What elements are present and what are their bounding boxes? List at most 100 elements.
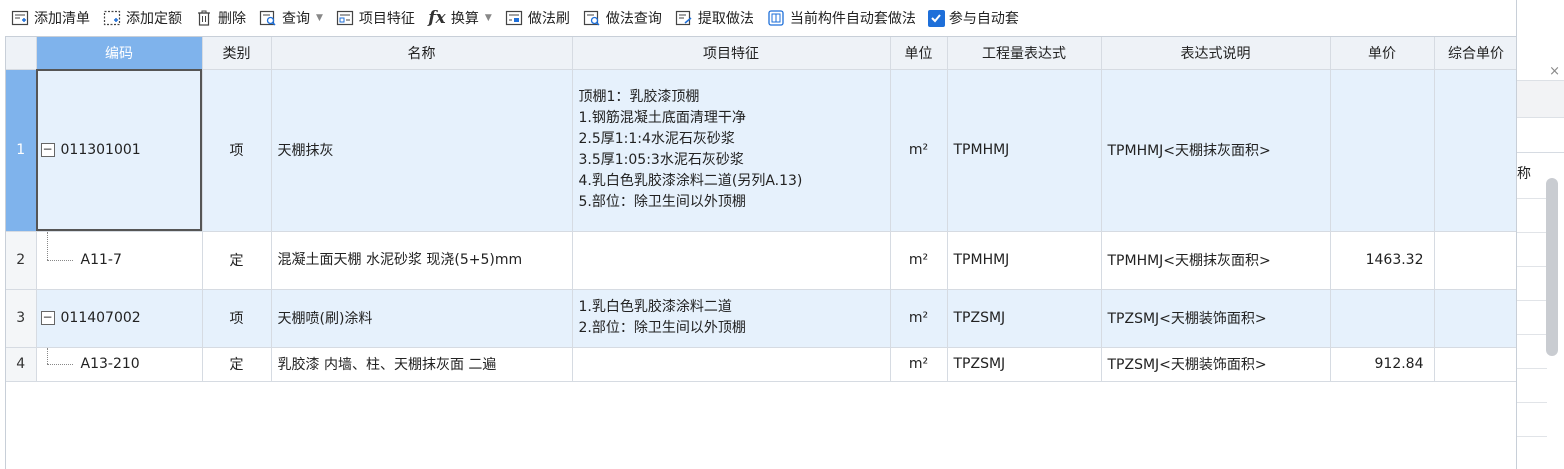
method-query-icon (582, 8, 602, 28)
tree-connector (46, 364, 73, 365)
cell-total-price[interactable] (1434, 231, 1516, 290)
cell-type[interactable]: 定 (202, 347, 272, 382)
close-icon[interactable]: × (1549, 64, 1560, 79)
table-row[interactable]: 2 A11-7 定 混凝土面天棚 水泥砂浆 现浇(5+5)mm m² TPMHM… (6, 231, 1516, 290)
cell-type[interactable]: 项 (202, 69, 272, 232)
participate-auto-label: 参与自动套 (948, 11, 1019, 27)
row-number[interactable]: 3 (6, 289, 37, 348)
cell-unit[interactable]: m² (890, 347, 948, 382)
header-price[interactable]: 单价 (1330, 37, 1435, 70)
auto-apply-current-button[interactable]: 当前构件自动套做法 (766, 3, 916, 33)
header-expr[interactable]: 工程量表达式 (947, 37, 1102, 70)
item-feature-button[interactable]: 项目特征 (335, 3, 415, 33)
convert-button[interactable]: fx 换算 ▼ (427, 3, 492, 33)
cell-type[interactable]: 项 (202, 289, 272, 348)
cell-name[interactable]: 混凝土面天棚 水泥砂浆 现浇(5+5)mm (271, 231, 573, 290)
table-row[interactable]: 3 −011407002 项 天棚喷(刷)涂料 1.乳白色乳胶漆涂料二道 2.部… (6, 289, 1516, 348)
cell-expr-desc[interactable]: TPZSMJ<天棚装饰面积> (1101, 347, 1331, 382)
cell-code[interactable]: A11-7 (36, 231, 203, 290)
add-list-button[interactable]: 添加清单 (10, 3, 90, 33)
collapse-icon[interactable]: − (40, 143, 55, 157)
tree-connector (46, 260, 73, 261)
table-row[interactable]: 4 A13-210 定 乳胶漆 内墙、柱、天棚抹灰面 二遍 m² TPZSMJ … (6, 347, 1516, 382)
table-row[interactable]: 1 −011301001 项 天棚抹灰 顶棚1：乳胶漆顶棚 1.钢筋混凝土底面清… (6, 69, 1516, 232)
cell-unit[interactable]: m² (890, 69, 948, 232)
cell-code[interactable]: −011407002 (36, 289, 203, 348)
extract-method-label: 提取做法 (697, 11, 754, 27)
cell-feature[interactable]: 1.乳白色乳胶漆涂料二道 2.部位：除卫生间以外顶棚 (572, 289, 891, 348)
code-text: 011301001 (60, 142, 141, 158)
feature-line: 2.5厚1:1:4水泥石灰砂浆 (578, 131, 735, 147)
participate-auto-checkbox[interactable]: 参与自动套 (927, 3, 1019, 33)
chevron-down-icon[interactable]: ▼ (485, 13, 492, 23)
cell-price[interactable]: 1463.32 (1330, 231, 1435, 290)
add-list-icon (10, 8, 30, 28)
row-number[interactable]: 1 (6, 69, 37, 232)
add-quota-button[interactable]: 添加定额 (102, 3, 182, 33)
row-number[interactable]: 2 (6, 231, 37, 290)
cell-name[interactable]: 天棚抹灰 (271, 69, 573, 232)
header-type[interactable]: 类别 (202, 37, 272, 70)
cell-price[interactable] (1330, 69, 1435, 232)
list-grid: 编码 类别 名称 项目特征 单位 工程量表达式 表达式说明 单价 综合单价 1 … (5, 36, 1516, 469)
query-icon (258, 8, 278, 28)
cell-feature[interactable]: 顶棚1：乳胶漆顶棚 1.钢筋混凝土底面清理干净 2.5厚1:1:4水泥石灰砂浆 … (572, 69, 891, 232)
cell-expr[interactable]: TPMHMJ (947, 69, 1102, 232)
query-button[interactable]: 查询 ▼ (258, 3, 323, 33)
extract-method-button[interactable]: 提取做法 (674, 3, 754, 33)
collapse-icon[interactable]: − (40, 311, 55, 325)
cell-total-price[interactable] (1434, 347, 1516, 382)
code-text: A11-7 (80, 252, 122, 268)
cell-expr-desc[interactable]: TPZSMJ<天棚装饰面积> (1101, 289, 1331, 348)
item-feature-icon (335, 8, 355, 28)
header-rownum[interactable] (6, 37, 37, 70)
cell-expr-desc[interactable]: TPMHMJ<天棚抹灰面积> (1101, 69, 1331, 232)
cell-name[interactable]: 乳胶漆 内墙、柱、天棚抹灰面 二遍 (271, 347, 573, 382)
tree-connector (46, 347, 48, 364)
header-total-price[interactable]: 综合单价 (1434, 37, 1516, 70)
cell-feature[interactable] (572, 231, 891, 290)
chevron-down-icon[interactable]: ▼ (316, 13, 323, 23)
cell-expr[interactable]: TPZSMJ (947, 289, 1102, 348)
row-number[interactable]: 4 (6, 347, 37, 382)
cell-type[interactable]: 定 (202, 231, 272, 290)
cell-name[interactable]: 天棚喷(刷)涂料 (271, 289, 573, 348)
header-feature[interactable]: 项目特征 (572, 37, 891, 70)
add-list-label: 添加清单 (34, 11, 90, 27)
method-query-label: 做法查询 (605, 11, 662, 27)
convert-label: 换算 (450, 11, 479, 27)
cell-expr[interactable]: TPZSMJ (947, 347, 1102, 382)
add-quota-icon (102, 8, 122, 28)
side-panel-header-label: 称 (1517, 166, 1531, 182)
side-panel-band (1517, 80, 1564, 118)
header-name[interactable]: 名称 (271, 37, 573, 70)
cell-expr[interactable]: TPMHMJ (947, 231, 1102, 290)
query-label: 查询 (282, 11, 310, 27)
list-table: 编码 类别 名称 项目特征 单位 工程量表达式 表达式说明 单价 综合单价 1 … (6, 37, 1516, 382)
cell-code[interactable]: −011301001 (36, 69, 203, 232)
cell-total-price[interactable] (1434, 69, 1516, 232)
method-brush-button[interactable]: 做法刷 (504, 3, 570, 33)
cell-price[interactable]: 912.84 (1330, 347, 1435, 382)
checkbox-checked-icon[interactable] (927, 9, 945, 27)
header-unit[interactable]: 单位 (890, 37, 948, 70)
tree-connector (46, 231, 48, 260)
cell-total-price[interactable] (1434, 289, 1516, 348)
delete-button[interactable]: 删除 (194, 3, 246, 33)
header-expr-desc[interactable]: 表达式说明 (1101, 37, 1331, 70)
feature-line: 4.乳白色乳胶漆涂料二道(另列A.13) (578, 173, 803, 189)
cell-code[interactable]: A13-210 (36, 347, 203, 382)
delete-label: 删除 (218, 11, 246, 27)
code-text: A13-210 (80, 356, 140, 372)
header-code[interactable]: 编码 (36, 37, 203, 70)
method-brush-label: 做法刷 (527, 11, 570, 27)
cell-expr-desc[interactable]: TPMHMJ<天棚抹灰面积> (1101, 231, 1331, 290)
method-brush-icon (504, 8, 524, 28)
feature-line: 2.部位：除卫生间以外顶棚 (578, 320, 746, 336)
cell-unit[interactable]: m² (890, 231, 948, 290)
cell-unit[interactable]: m² (890, 289, 948, 348)
vertical-scrollbar[interactable] (1546, 178, 1558, 356)
cell-price[interactable] (1330, 289, 1435, 348)
method-query-button[interactable]: 做法查询 (582, 3, 662, 33)
cell-feature[interactable] (572, 347, 891, 382)
